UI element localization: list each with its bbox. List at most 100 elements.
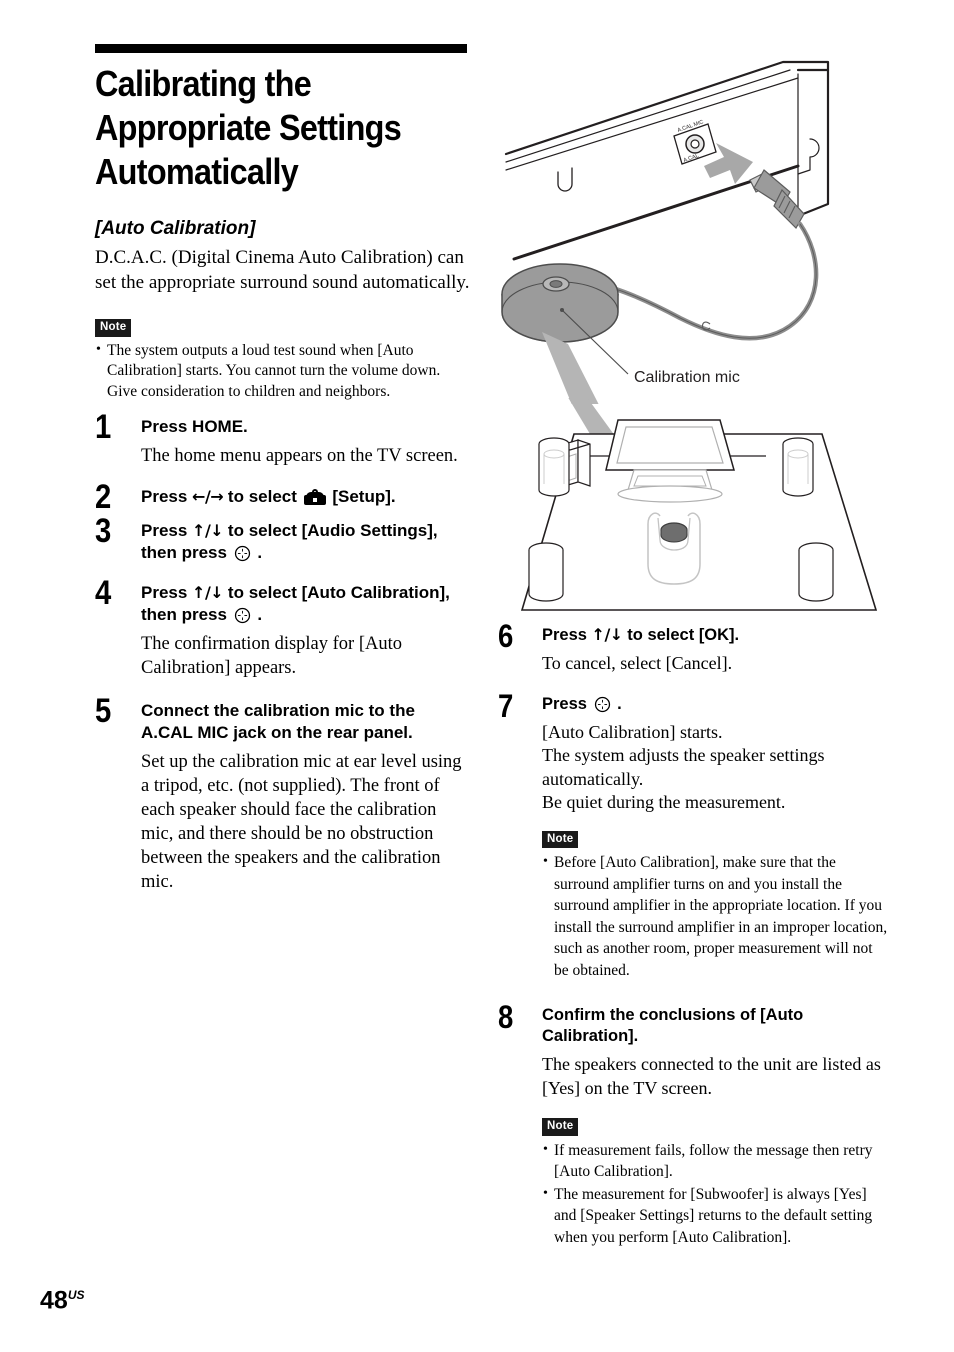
- step-1: 1 Press HOME. The home menu appears on t…: [95, 410, 470, 468]
- step-heading: Press ↑/↓ to select [OK].: [542, 624, 888, 646]
- left-right-arrows-icon: ←/→: [192, 487, 224, 506]
- enter-button-icon: [234, 607, 250, 624]
- step-3: 3 Press ↑/↓ to select [Audio Settings], …: [95, 514, 470, 564]
- step-number: 2: [95, 478, 112, 516]
- step-text-mid: to select [Audio Settings],: [223, 521, 438, 540]
- step-text-line2: then press: [141, 543, 232, 562]
- mic-plug: [749, 169, 805, 229]
- room-layout-illustration: [520, 384, 878, 611]
- note-badge: Note: [542, 830, 579, 848]
- step-text-post: .: [612, 694, 622, 713]
- figure-room-layout: [498, 384, 898, 628]
- step-body: The confirmation display for [Auto Calib…: [141, 634, 402, 678]
- figure-caption: Calibration mic: [634, 369, 740, 386]
- step-text-pre: Press: [141, 521, 193, 540]
- calibration-mic-on-seat: [660, 522, 688, 543]
- up-down-arrows-icon: ↑/↓: [192, 583, 224, 602]
- step-text-mid: to select [Auto Calibration],: [223, 583, 450, 602]
- up-down-arrows-icon: ↑/↓: [591, 625, 624, 644]
- step-5: 5 Connect the calibration mic to the A.C…: [95, 694, 470, 894]
- folio-region: US: [67, 1288, 85, 1302]
- enter-button-icon: [234, 545, 250, 562]
- note-block-after-step7: Note Before [Auto Calibration], make sur…: [542, 829, 888, 982]
- rear-panel-illustration: A.CAL MIC A.CAL Calibration mic: [501, 60, 830, 468]
- note-list-after-step8: If measurement fails, follow the message…: [542, 1139, 888, 1249]
- step-heading: Press ↑/↓ to select [Audio Settings], th…: [141, 520, 470, 564]
- note-list-after-step7: Before [Auto Calibration], make sure tha…: [542, 851, 888, 981]
- step-heading: Press .: [542, 694, 888, 715]
- step-text-pre: Press: [542, 626, 592, 644]
- intro-paragraph: D.C.A.C. (Digital Cinema Auto Calibratio…: [95, 247, 470, 293]
- pointer-arrow-icon: [542, 332, 624, 468]
- step-2: 2 Press ←/→ to select [Setup].: [95, 480, 470, 514]
- step-text-mid: to select [OK].: [622, 626, 740, 644]
- step-number: 5: [95, 692, 112, 730]
- folio-number: 48: [40, 1286, 68, 1315]
- step-number: 7: [498, 687, 514, 724]
- step-body: Be quiet during the measurement.: [542, 792, 786, 812]
- toolbox-icon: [303, 489, 326, 505]
- step-text-mid: to select: [223, 487, 302, 506]
- a-cal-mic-jack-plate: A.CAL MIC A.CAL: [673, 119, 717, 165]
- title-rule: [95, 44, 467, 53]
- step-number: 3: [95, 512, 112, 550]
- step-body: The system adjusts the speaker settings …: [542, 745, 825, 789]
- speaker-front-right: [782, 437, 814, 497]
- step-text-pre: Press: [542, 694, 592, 713]
- note-badge: Note: [542, 1118, 579, 1136]
- step-number: 6: [498, 618, 514, 654]
- speaker-surround-right: [798, 542, 834, 602]
- step-number: 1: [95, 408, 112, 446]
- speaker-surround-left: [528, 542, 564, 602]
- step-body: The speakers connected to the unit are l…: [542, 1054, 881, 1098]
- step-7: 7 Press . [Auto Calibration] starts. The…: [498, 689, 888, 982]
- calibration-mic-body: [501, 263, 619, 343]
- step-body: To cancel, select [Cancel].: [542, 653, 733, 673]
- step-body: The home menu appears on the TV screen.: [141, 446, 458, 466]
- step-heading: Press HOME.: [141, 417, 248, 436]
- note-item: Before [Auto Calibration], make sure tha…: [542, 851, 888, 981]
- note-item: The measurement for [Subwoofer] is alway…: [542, 1183, 888, 1249]
- note-item: If measurement fails, follow the message…: [542, 1139, 888, 1183]
- step-number: 4: [95, 574, 112, 612]
- step-text-line2-post: .: [252, 543, 263, 562]
- note-list-intro: The system outputs a loud test sound whe…: [95, 340, 470, 403]
- step-heading: Press ↑/↓ to select [Auto Calibration], …: [141, 582, 470, 626]
- page-title: Calibrating the Appropriate Settings Aut…: [95, 63, 402, 192]
- step-6: 6 Press ↑/↓ to select [OK]. To cancel, s…: [498, 619, 888, 676]
- figure-rear-panel-connection: A.CAL MIC A.CAL Calibration mic: [498, 44, 898, 468]
- step-text-line2: then press: [141, 605, 232, 624]
- enter-button-icon: [594, 696, 610, 712]
- step-heading: Press ←/→ to select [Setup].: [141, 486, 470, 508]
- speaker-front-left: [538, 437, 570, 497]
- note-item: The system outputs a loud test sound whe…: [95, 340, 470, 403]
- note-badge: Note: [95, 319, 132, 337]
- step-4: 4 Press ↑/↓ to select [Auto Calibration]…: [95, 576, 470, 680]
- note-block-after-step8: Note If measurement fails, follow the me…: [542, 1116, 888, 1248]
- step-text-line2-post: .: [252, 605, 263, 624]
- section-subtitle: [Auto Calibration]: [95, 218, 256, 239]
- step-text-post: [Setup].: [327, 487, 396, 506]
- step-heading: Confirm the conclusions of [Auto Calibra…: [542, 1006, 804, 1045]
- step-text-pre: Press: [141, 583, 193, 602]
- step-8: 8 Confirm the conclusions of [Auto Calib…: [498, 1000, 888, 1248]
- step-body: Set up the calibration mic at ear level …: [141, 752, 462, 892]
- cable-outline: [595, 223, 817, 339]
- note-block-intro: Note The system outputs a loud test soun…: [95, 317, 470, 402]
- up-down-arrows-icon: ↑/↓: [192, 521, 224, 540]
- television: [605, 419, 735, 503]
- step-body: [Auto Calibration] starts.: [542, 721, 723, 742]
- step-number: 8: [498, 999, 514, 1035]
- left-column: Calibrating the Appropriate Settings Aut…: [95, 44, 470, 898]
- mic-cable: [593, 221, 819, 341]
- page-number: 48US: [40, 1283, 84, 1313]
- manual-page: Calibrating the Appropriate Settings Aut…: [0, 0, 954, 1352]
- step-heading: Connect the calibration mic to the A.CAL…: [141, 701, 415, 742]
- step-text-pre: Press: [141, 487, 193, 506]
- right-column: 6 Press ↑/↓ to select [OK]. To cancel, s…: [498, 619, 888, 1262]
